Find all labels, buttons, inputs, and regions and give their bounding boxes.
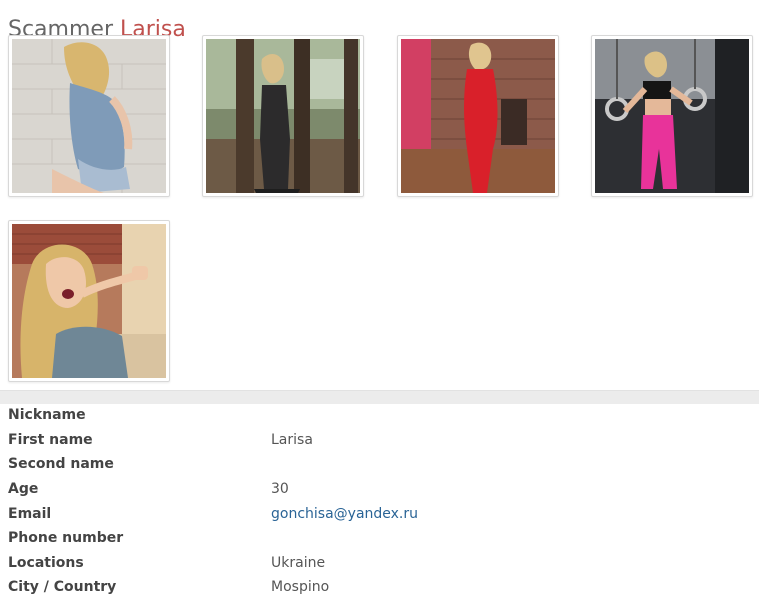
second-name-label: Second name: [8, 456, 114, 473]
table-row: Phone number: [0, 526, 759, 551]
photo-thumbnail-1[interactable]: [8, 35, 170, 197]
table-row: Locations Ukraine: [0, 551, 759, 576]
photo-image: [206, 39, 360, 193]
photo-image: [12, 224, 166, 378]
locations-label: Locations: [8, 554, 84, 571]
photo-thumbnail-3[interactable]: [397, 35, 559, 197]
email-cell: gonchisa@yandex.ru: [263, 501, 759, 526]
second-name-value: [263, 452, 759, 477]
age-value: 30: [271, 481, 289, 498]
photo-thumbnail-5[interactable]: [8, 220, 170, 382]
age-label: Age: [8, 481, 39, 498]
table-row: Second name: [0, 452, 759, 477]
photo-thumbnail-4[interactable]: [591, 35, 753, 197]
table-row: Nickname: [0, 403, 759, 428]
city-country-value: Mospino: [271, 579, 330, 596]
table-row: City / Country Mospino: [0, 575, 759, 600]
table-row: First name Larisa: [0, 428, 759, 453]
first-name-value: Larisa: [271, 431, 313, 448]
phone-number-label: Phone number: [8, 530, 124, 547]
nickname-value: [263, 403, 759, 428]
first-name-label: First name: [8, 431, 93, 448]
table-row: Age 30: [0, 477, 759, 502]
phone-number-value: [263, 526, 759, 551]
photo-image: [401, 39, 555, 193]
email-link[interactable]: gonchisa@yandex.ru: [271, 506, 418, 522]
city-country-label: City / Country: [8, 579, 117, 596]
photo-thumbnail-2[interactable]: [202, 35, 364, 197]
locations-value: Ukraine: [271, 554, 326, 571]
section-divider: [0, 390, 759, 404]
photo-image: [595, 39, 749, 193]
photo-image: [12, 39, 166, 193]
table-row: Email gonchisa@yandex.ru: [0, 501, 759, 526]
profile-details-table: Nickname First name Larisa Second name A…: [0, 403, 759, 600]
email-label: Email: [8, 505, 52, 522]
nickname-label: Nickname: [8, 407, 86, 424]
scammer-profile-page: Scammer Larisa Nickname First name Laris…: [0, 0, 759, 601]
